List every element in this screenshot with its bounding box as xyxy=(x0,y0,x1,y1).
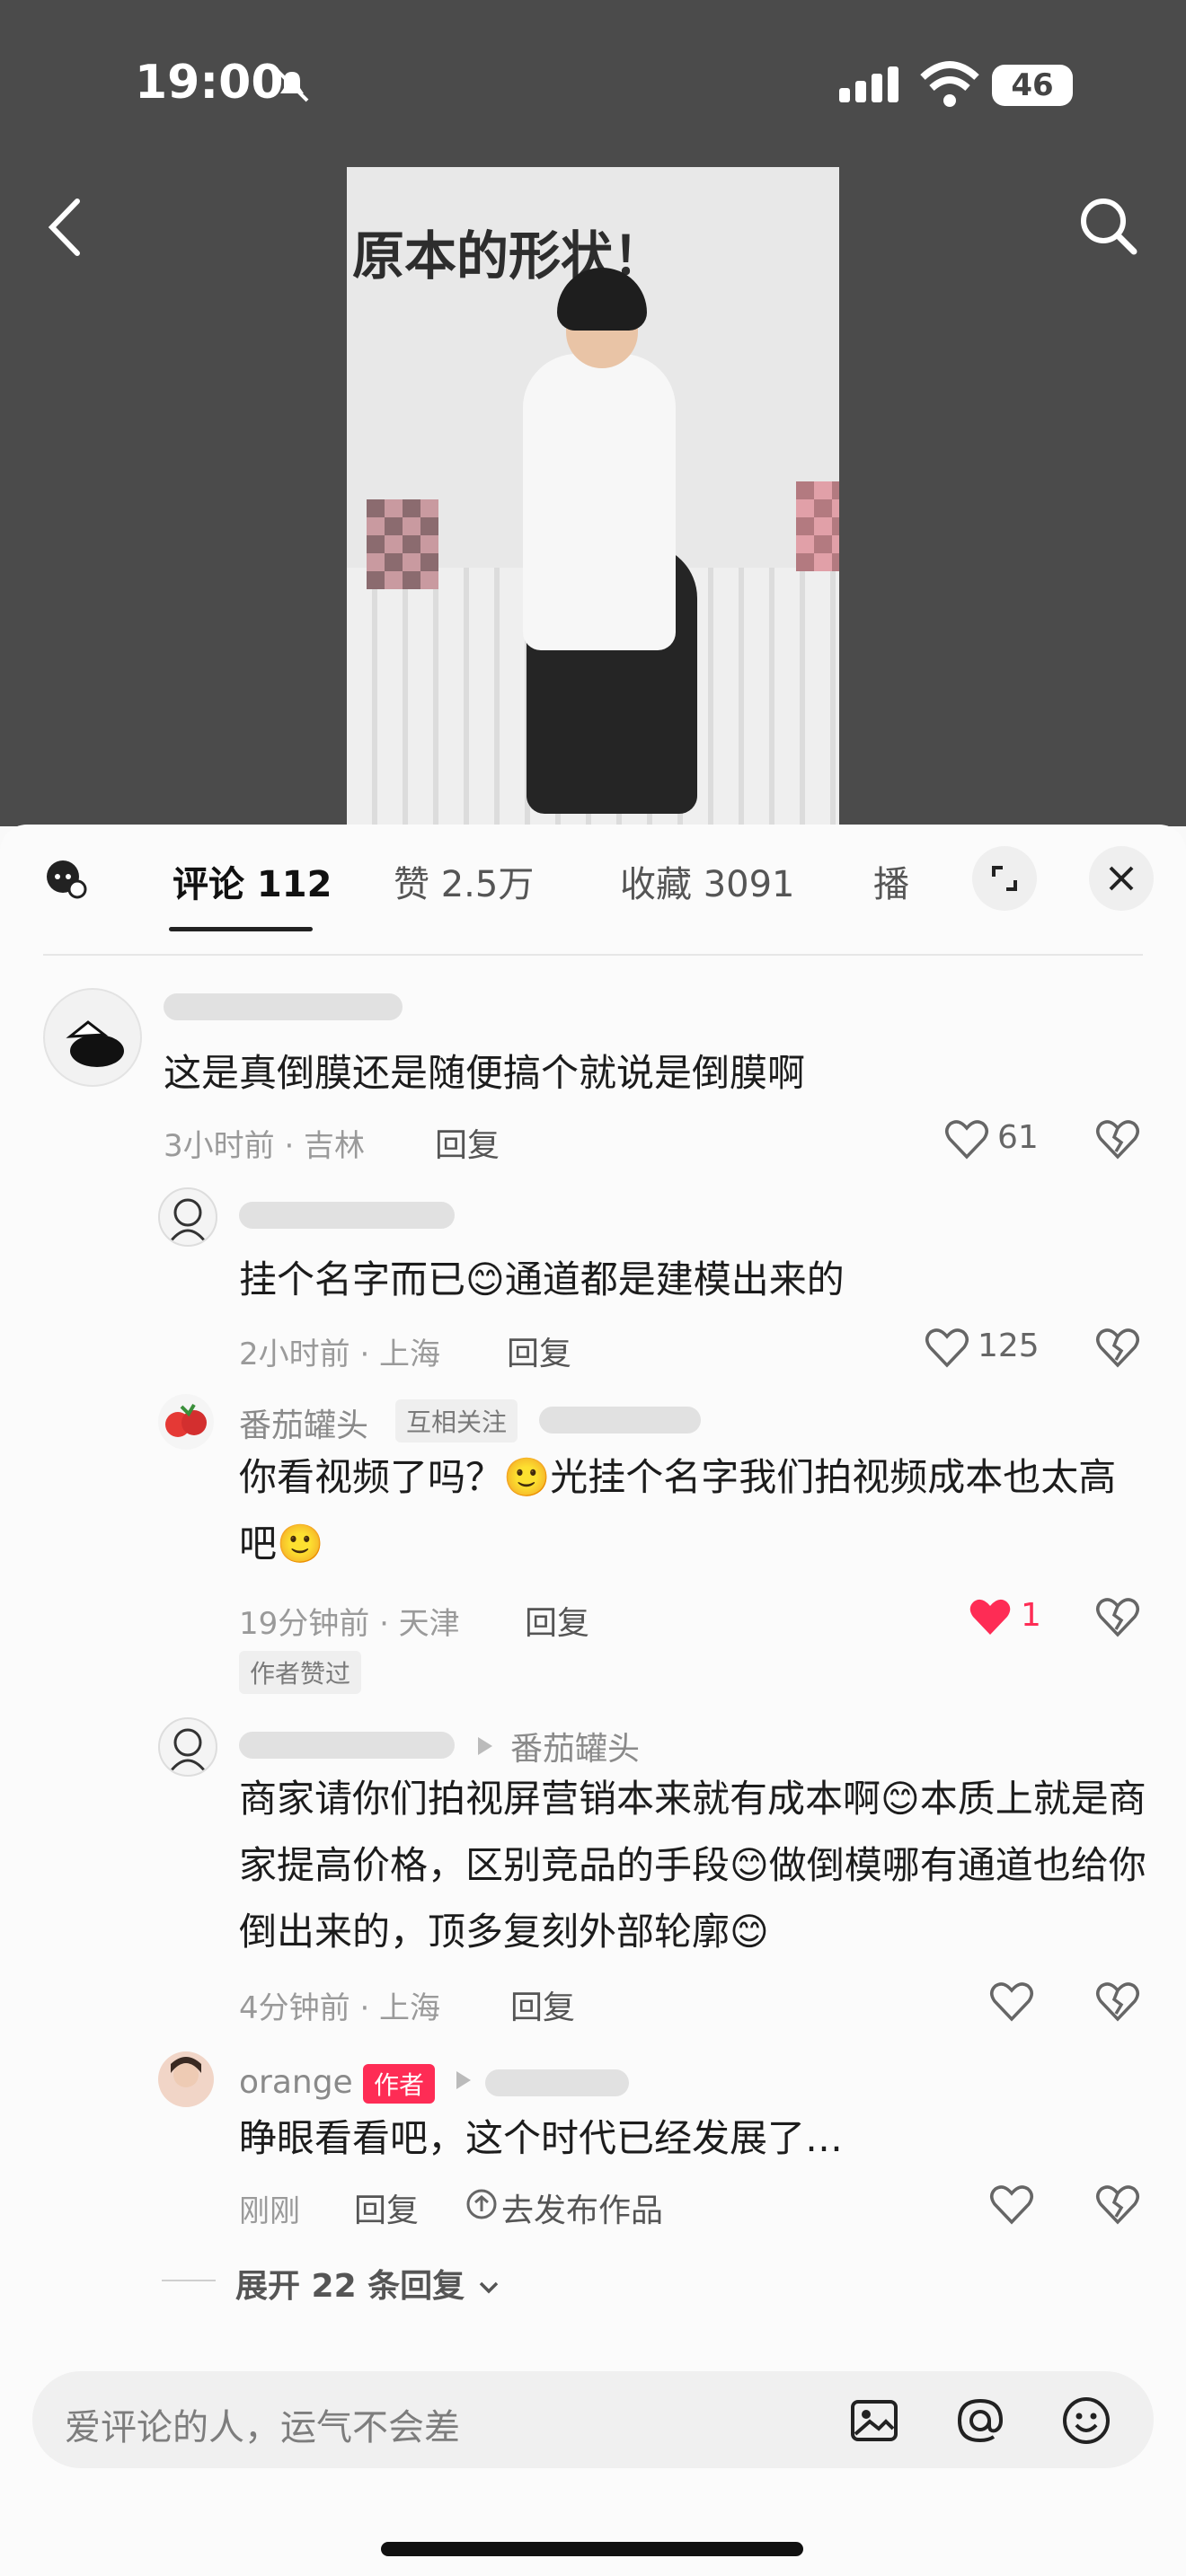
status-time: 19:00 xyxy=(135,56,284,110)
comment-meta: 2小时前 · 上海 xyxy=(239,1337,441,1372)
expand-icon xyxy=(992,866,1017,891)
back-arrow-icon[interactable] xyxy=(43,196,88,259)
reply-button[interactable]: 回复 xyxy=(510,1981,575,2028)
reply-arrow-icon xyxy=(478,1737,492,1755)
avatar[interactable] xyxy=(158,1394,214,1450)
avatar-person-icon xyxy=(171,2057,201,2087)
comment-input[interactable]: 爱评论的人，运气不会差 xyxy=(32,2371,1154,2468)
close-button[interactable] xyxy=(1089,846,1154,911)
like-icon[interactable] xyxy=(988,1978,1035,2025)
avatar-sketch-icon xyxy=(169,1728,207,1772)
reply-button[interactable]: 回复 xyxy=(354,2184,419,2231)
home-indicator xyxy=(381,2542,803,2556)
search-icon[interactable] xyxy=(1075,192,1141,259)
publish-work-link[interactable]: 去发布作品 xyxy=(501,2184,663,2231)
like-count: 1 xyxy=(1021,1597,1041,1634)
comment-sheet: 评论 112 赞 2.5万 收藏 3091 播 这是真倒膜还是随便搞个就说是倒膜… xyxy=(0,825,1186,2576)
video-frame[interactable]: 原本的形状！ xyxy=(347,167,839,826)
video-area[interactable]: 19:00 46 原本的形状！ xyxy=(0,0,1186,826)
author-liked-badge: 作者赞过 xyxy=(239,1651,362,1694)
avatar-tomato-icon xyxy=(165,1403,207,1437)
dislike-icon[interactable] xyxy=(1094,1978,1141,2025)
comment-text: 商家请你们拍视屏营销本来就有成本啊😊本质上就是商家提高价格，区别竞品的手段😊做倒… xyxy=(239,1777,1146,1954)
battery-indicator: 46 xyxy=(992,65,1073,106)
like-count: 125 xyxy=(978,1328,1040,1364)
tab-plays[interactable]: 播 xyxy=(873,855,909,907)
mosaic-blur xyxy=(367,499,438,589)
reply-to-username[interactable]: 番茄罐头 xyxy=(510,1723,640,1769)
blurred-username xyxy=(539,1407,701,1434)
author-badge: 作者 xyxy=(363,2064,436,2104)
image-icon[interactable] xyxy=(848,2395,900,2447)
mutual-follow-badge: 互相关注 xyxy=(395,1399,518,1442)
chevron-down-icon xyxy=(479,2281,498,2294)
like-count: 61 xyxy=(997,1119,1039,1156)
dislike-icon[interactable] xyxy=(1094,1324,1141,1371)
avatar[interactable] xyxy=(158,1717,217,1777)
dislike-icon[interactable] xyxy=(1094,2181,1141,2228)
comment-text: 这是真倒膜还是随便搞个就说是倒膜啊 xyxy=(164,1051,806,1095)
blurred-username xyxy=(239,1202,455,1229)
dislike-icon[interactable] xyxy=(1094,1116,1141,1162)
like-icon[interactable] xyxy=(943,1116,990,1162)
like-icon[interactable] xyxy=(988,2181,1035,2228)
comment-meta: 刚刚 xyxy=(239,2193,300,2229)
comment-meta: 3小时前 · 吉林 xyxy=(164,1128,366,1164)
bell-muted-icon xyxy=(275,68,309,102)
comment-username[interactable]: orange xyxy=(239,2064,353,2101)
blurred-username xyxy=(485,2069,629,2096)
tab-favorites[interactable]: 收藏 3091 xyxy=(620,855,795,907)
reply-button[interactable]: 回复 xyxy=(507,1328,571,1374)
upload-icon xyxy=(466,2189,497,2219)
close-icon xyxy=(1109,866,1134,891)
comment-input-placeholder: 爱评论的人，运气不会差 xyxy=(65,2407,460,2448)
comment-meta: 4分钟前 · 上海 xyxy=(239,1990,441,2026)
comment-text: 睁眼看看吧，这个时代已经发展了… xyxy=(239,2116,844,2160)
blurred-username xyxy=(239,1732,455,1759)
tab-likes[interactable]: 赞 2.5万 xyxy=(394,855,534,907)
divider xyxy=(43,954,1143,956)
cellular-signal-icon xyxy=(839,66,904,102)
reply-arrow-icon xyxy=(456,2071,471,2089)
mosaic-blur xyxy=(796,481,839,571)
avatar[interactable] xyxy=(158,1187,217,1247)
expand-replies-label: 展开 22 条回复 xyxy=(235,2268,465,2305)
tab-underline xyxy=(169,927,313,931)
comment-meta: 19分钟前 · 天津 xyxy=(239,1606,460,1642)
liked-heart-icon[interactable] xyxy=(967,1593,1013,1640)
avatar[interactable] xyxy=(43,988,142,1087)
reply-button[interactable]: 回复 xyxy=(525,1597,589,1644)
avatar-cat-icon xyxy=(66,1020,124,1067)
avatar-sketch-icon xyxy=(169,1198,207,1242)
tab-comments[interactable]: 评论 112 xyxy=(173,855,332,907)
emoji-icon[interactable] xyxy=(1060,2395,1112,2447)
ai-chat-icon[interactable] xyxy=(43,855,88,900)
reply-button[interactable]: 回复 xyxy=(435,1119,500,1166)
dislike-icon[interactable] xyxy=(1094,1593,1141,1640)
author-avatar[interactable] xyxy=(158,2051,214,2107)
expand-divider xyxy=(162,2280,216,2281)
like-icon[interactable] xyxy=(924,1324,970,1371)
expand-button[interactable] xyxy=(972,846,1037,911)
comment-text: 挂个名字而已😊通道都是建模出来的 xyxy=(239,1257,845,1301)
comment-tabs: 评论 112 赞 2.5万 收藏 3091 播 xyxy=(0,825,1186,931)
mention-icon[interactable] xyxy=(954,2395,1006,2447)
expand-replies-button[interactable]: 展开 22 条回复 xyxy=(235,2260,501,2307)
wifi-icon xyxy=(920,61,979,107)
blurred-username xyxy=(164,993,403,1020)
comment-text: 你看视频了吗？🙂光挂个名字我们拍视频成本也太高吧🙂 xyxy=(239,1455,1117,1566)
person-figure xyxy=(523,354,676,650)
comment-username[interactable]: 番茄罐头 xyxy=(239,1399,368,1446)
